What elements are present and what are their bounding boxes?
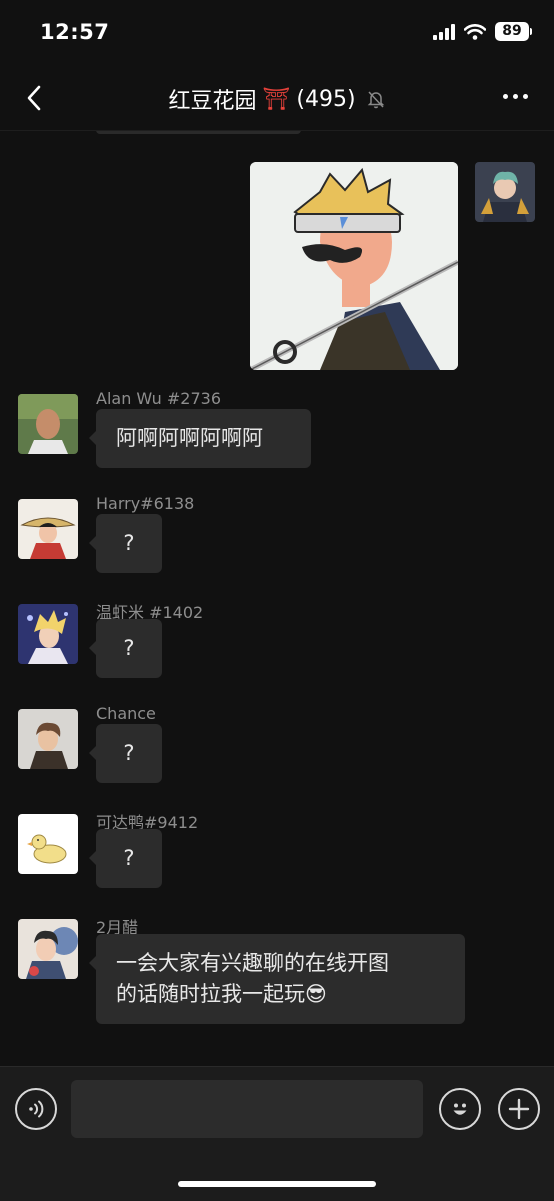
message-bubble[interactable]: ? <box>89 619 162 678</box>
anime-character-image <box>250 162 458 370</box>
status-time: 12:57 <box>40 20 110 44</box>
avatar-image <box>475 162 535 222</box>
group-name: 红豆花园 <box>168 89 257 114</box>
mute-bell-icon <box>367 91 384 109</box>
battery-icon: 89 <box>495 22 532 41</box>
message-text-line: 的话随时拉我一起玩😎 <box>116 982 327 1006</box>
wifi-icon <box>464 23 486 40</box>
sender-avatar[interactable] <box>18 604 78 664</box>
status-bar: 12:57 89 <box>0 0 554 66</box>
plus-button[interactable] <box>498 1088 540 1130</box>
avatar-image <box>18 814 78 874</box>
sender-avatar[interactable] <box>18 814 78 874</box>
sender-avatar[interactable] <box>18 499 78 559</box>
status-icons: 89 <box>433 22 532 41</box>
sender-name: Alan Wu #2736 <box>96 389 222 408</box>
more-options-button[interactable] <box>503 94 528 99</box>
torii-icon: ⛩ <box>262 86 291 112</box>
member-count: (495) <box>296 86 356 112</box>
message-bubble[interactable]: 一会大家有兴趣聊的在线开图 的话随时拉我一起玩😎 <box>89 934 465 1024</box>
emoji-button[interactable] <box>439 1088 481 1130</box>
avatar-image <box>18 394 78 454</box>
cellular-signal-icon <box>433 23 455 40</box>
plus-icon <box>508 1098 530 1120</box>
avatar-image <box>18 919 78 979</box>
message-bubble[interactable]: ? <box>89 724 162 783</box>
message-input[interactable] <box>71 1080 423 1138</box>
message-bubble[interactable]: ? <box>89 829 162 888</box>
voice-button[interactable] <box>15 1088 57 1130</box>
avatar-image <box>18 604 78 664</box>
home-indicator[interactable] <box>178 1181 376 1187</box>
sender-name: Chance <box>96 704 156 723</box>
chat-title: 红豆花园 ⛩ (495) <box>0 83 554 115</box>
message-bubble[interactable]: ? <box>89 514 162 573</box>
avatar-image <box>18 499 78 559</box>
my-avatar[interactable] <box>475 162 535 222</box>
battery-level: 89 <box>495 22 529 41</box>
avatar-image <box>18 709 78 769</box>
voice-icon <box>29 1100 44 1118</box>
sender-avatar[interactable] <box>18 709 78 769</box>
sent-image-message[interactable] <box>250 162 458 370</box>
nav-bar: 红豆花园 ⛩ (495) <box>0 66 554 131</box>
message-text-line: 一会大家有兴趣聊的在线开图 <box>116 951 389 975</box>
sender-avatar[interactable] <box>18 394 78 454</box>
sender-name: Harry#6138 <box>96 494 195 513</box>
sender-avatar[interactable] <box>18 919 78 979</box>
message-bubble[interactable]: 阿啊阿啊阿啊阿 <box>89 409 311 468</box>
smiley-icon <box>453 1103 467 1115</box>
